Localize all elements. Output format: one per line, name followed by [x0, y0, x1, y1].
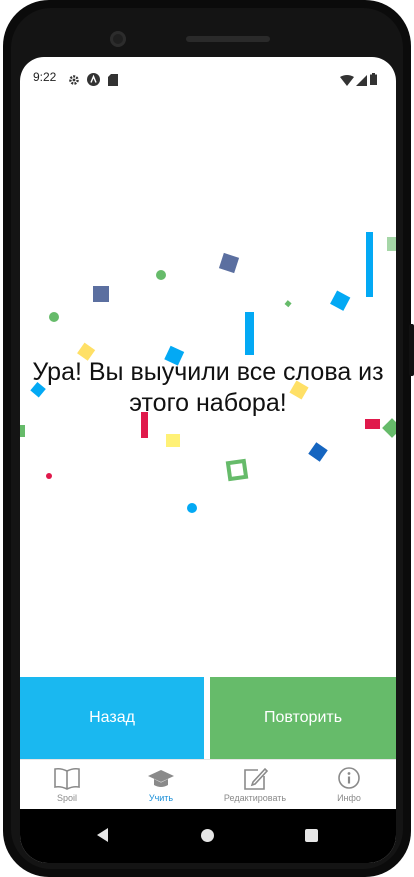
confetti-piece: [245, 312, 254, 355]
confetti-piece: [46, 473, 52, 479]
nav-home-icon[interactable]: [201, 829, 214, 842]
confetti-piece: [365, 419, 380, 429]
confetti-piece: [366, 232, 373, 297]
confetti-piece: [330, 290, 351, 311]
earpiece-speaker: [186, 36, 270, 42]
tab-label: Spoil: [56, 793, 77, 803]
screen: 9:22 Ура! Вы выучили все слова из этого …: [20, 57, 396, 863]
nav-recents-icon[interactable]: [305, 829, 318, 842]
tab-label: Редактировать: [223, 793, 287, 803]
tab-info[interactable]: Инфо: [302, 760, 396, 810]
tab-learn[interactable]: Учить: [114, 760, 208, 810]
repeat-button[interactable]: Повторить: [210, 677, 396, 759]
back-button[interactable]: Назад: [20, 677, 204, 759]
confetti-piece: [166, 434, 180, 447]
tab-spoil[interactable]: Spoil: [20, 760, 114, 810]
confetti-piece: [387, 237, 396, 251]
confetti-piece: [49, 312, 59, 322]
nav-back-icon[interactable]: [97, 828, 109, 842]
system-nav-bar: [20, 809, 396, 863]
edit-icon: [244, 767, 269, 790]
tab-label: Учить: [148, 793, 174, 803]
book-icon: [54, 767, 80, 790]
tab-label: Инфо: [337, 793, 361, 803]
tab-edit[interactable]: Редактировать: [208, 760, 302, 810]
confetti-piece: [382, 418, 396, 438]
confetti-piece: [187, 503, 197, 513]
confetti-piece: [156, 270, 166, 280]
completion-message: Ура! Вы выучили все слова из этого набор…: [32, 358, 384, 417]
info-icon: [338, 767, 360, 789]
volume-button: [409, 324, 414, 376]
front-camera: [110, 31, 126, 47]
confetti-piece: [218, 252, 240, 274]
confetti-piece: [284, 300, 292, 308]
confetti-piece: [308, 442, 328, 462]
confetti-piece: [20, 425, 25, 437]
bottom-tab-bar: Spoil Учить Редактировать Инфо: [20, 759, 396, 810]
confetti-piece: [93, 286, 109, 302]
graduation-cap-icon: [148, 770, 174, 787]
confetti-piece: [225, 458, 249, 482]
